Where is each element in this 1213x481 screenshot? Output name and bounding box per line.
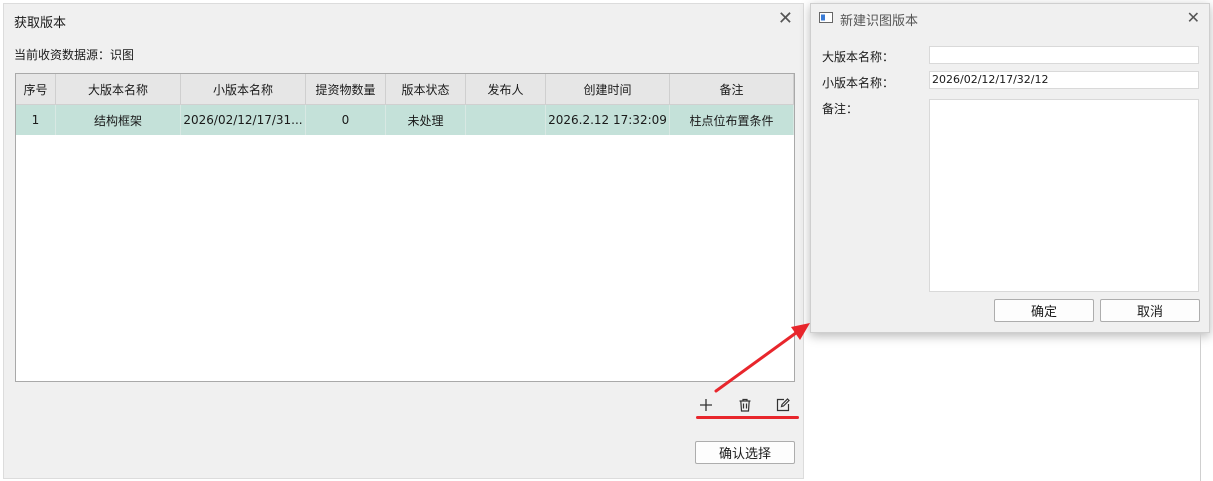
close-button[interactable]: ✕ (778, 10, 793, 28)
column-header[interactable]: 序号 (16, 74, 56, 104)
column-header[interactable]: 发布人 (466, 74, 546, 104)
table-cell: 未处理 (386, 105, 466, 135)
app-window-icon (819, 12, 833, 23)
edit-icon[interactable] (773, 395, 793, 415)
column-header[interactable]: 小版本名称 (181, 74, 306, 104)
table-header-row: 序号 大版本名称 小版本名称 提资物数量 版本状态 发布人 创建时间 备注 (16, 74, 794, 105)
major-version-input[interactable] (929, 46, 1199, 64)
table-cell: 结构框架 (56, 105, 181, 135)
table-cell: 0 (306, 105, 386, 135)
new-version-dialog: 新建识图版本 ✕ 大版本名称： 小版本名称： 2026/02/12/17/32/… (810, 3, 1210, 333)
column-header[interactable]: 大版本名称 (56, 74, 181, 104)
confirm-select-button[interactable]: 确认选择 (695, 441, 795, 464)
column-header[interactable]: 创建时间 (546, 74, 670, 104)
table-cell: 柱点位布置条件 (670, 105, 794, 135)
remark-label: 备注： (822, 102, 859, 116)
delete-icon[interactable] (735, 395, 755, 415)
add-icon[interactable] (696, 395, 716, 415)
dialog-title: 获取版本 (14, 16, 67, 31)
minor-version-input[interactable]: 2026/02/12/17/32/12 (929, 71, 1199, 89)
background-divider (1200, 333, 1201, 481)
major-version-label: 大版本名称： (822, 50, 895, 64)
annotation-underline (696, 416, 799, 419)
cancel-button[interactable]: 取消 (1100, 299, 1200, 322)
minor-version-label: 小版本名称： (822, 76, 895, 90)
column-header[interactable]: 版本状态 (386, 74, 466, 104)
column-header[interactable]: 提资物数量 (306, 74, 386, 104)
column-header[interactable]: 备注 (670, 74, 794, 104)
get-version-dialog: 获取版本 ✕ 当前收资数据源：识图 序号 大版本名称 小版本名称 提资物数量 版… (3, 3, 804, 479)
table-cell (466, 105, 546, 135)
table-cell: 1 (16, 105, 56, 135)
table-cell: 2026/02/12/17/31... (181, 105, 306, 135)
table-cell: 2026.2.12 17:32:09 (546, 105, 670, 135)
close-button[interactable]: ✕ (1187, 9, 1200, 27)
table-row[interactable]: 1 结构框架 2026/02/12/17/31... 0 未处理 2026.2.… (16, 105, 794, 135)
remark-textarea[interactable] (929, 99, 1199, 292)
data-source-label: 当前收资数据源：识图 (14, 48, 135, 62)
version-table: 序号 大版本名称 小版本名称 提资物数量 版本状态 发布人 创建时间 备注 1 … (15, 73, 795, 382)
ok-button[interactable]: 确定 (994, 299, 1094, 322)
dialog-title: 新建识图版本 (840, 14, 919, 29)
